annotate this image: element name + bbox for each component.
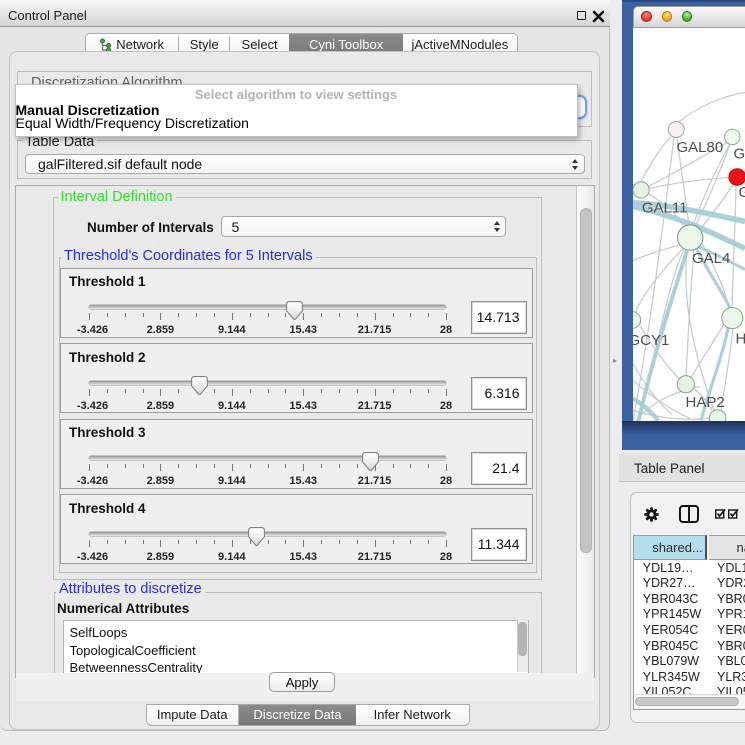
svg-text:GAL4: GAL4	[692, 250, 730, 267]
svg-text:GAL11: GAL11	[642, 199, 688, 216]
svg-text:GAL80: GAL80	[677, 139, 724, 156]
svg-text:H: H	[736, 330, 745, 347]
svg-text:GCY1: GCY1	[633, 332, 669, 349]
svg-text:G: G	[739, 184, 745, 201]
svg-text:GA: GA	[734, 145, 745, 162]
svg-text:HAP2: HAP2	[686, 394, 725, 411]
